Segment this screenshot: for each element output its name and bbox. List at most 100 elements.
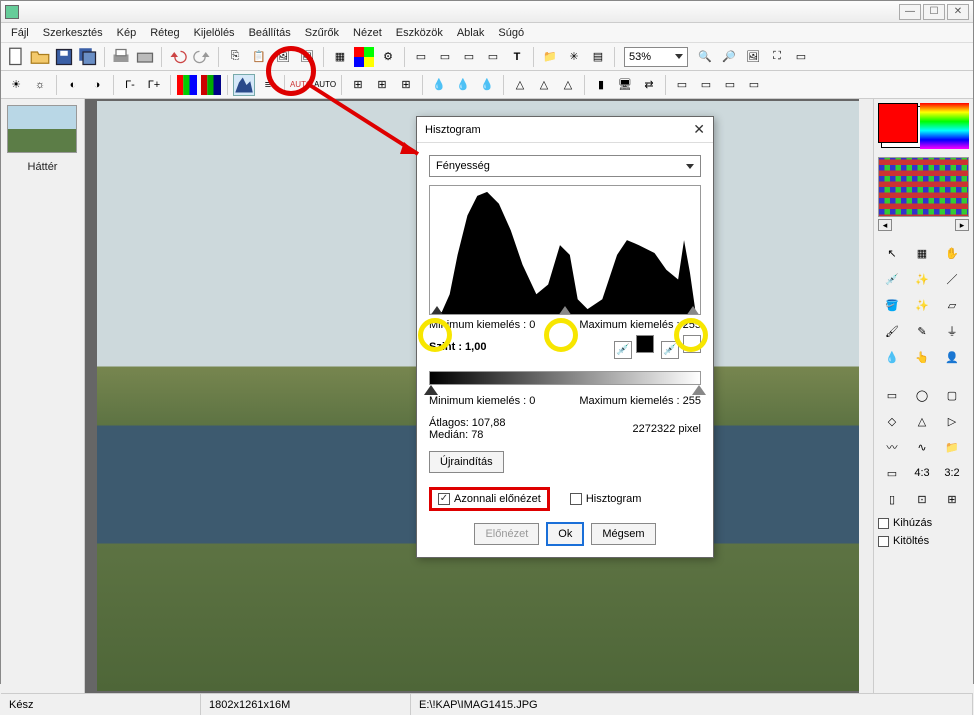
eraser-tool-icon[interactable]: ▱: [938, 293, 966, 317]
hand-tool-icon[interactable]: ✋: [938, 241, 966, 265]
misc3-icon[interactable]: ▭: [719, 74, 741, 96]
foreground-color-swatch[interactable]: [878, 103, 918, 143]
text-icon[interactable]: T: [506, 46, 528, 68]
curve-shape-icon[interactable]: ∿: [908, 435, 936, 459]
triangle-shape-icon[interactable]: △: [908, 409, 936, 433]
misc1-icon[interactable]: ▭: [671, 74, 693, 96]
vertical-scrollbar[interactable]: [859, 99, 873, 693]
scanner-icon[interactable]: [134, 46, 156, 68]
pointer-tool-icon[interactable]: ↖: [878, 241, 906, 265]
layers-icon[interactable]: ▦: [329, 46, 351, 68]
spectrum-picker[interactable]: [920, 103, 969, 149]
color-palette[interactable]: [878, 157, 969, 217]
copy-icon[interactable]: ⎘: [224, 46, 246, 68]
histogram-checkbox[interactable]: [570, 493, 582, 505]
blur-icon[interactable]: 💧: [428, 74, 450, 96]
ok-button[interactable]: Ok: [547, 523, 583, 545]
fx1-icon[interactable]: △: [509, 74, 531, 96]
brightness-down-icon[interactable]: ☀: [5, 74, 27, 96]
histogram-min-slider[interactable]: [430, 306, 444, 315]
contrast-up-icon[interactable]: ◑: [86, 74, 108, 96]
select-tool-icon[interactable]: ▦: [908, 241, 936, 265]
palette-icon[interactable]: [353, 46, 375, 68]
wand-tool-icon[interactable]: ✨: [908, 267, 936, 291]
tool1-icon[interactable]: ▭: [410, 46, 432, 68]
save-icon[interactable]: [53, 46, 75, 68]
output-gradient[interactable]: [429, 371, 701, 385]
play-shape-icon[interactable]: ▷: [938, 409, 966, 433]
opt5-icon[interactable]: ⊡: [908, 487, 936, 511]
menu-settings[interactable]: Beállítás: [243, 25, 297, 41]
print-icon[interactable]: [110, 46, 132, 68]
opt2-icon[interactable]: 4:3: [908, 461, 936, 485]
close-button[interactable]: ✕: [947, 4, 969, 20]
stamp-tool-icon[interactable]: ⏚: [938, 319, 966, 343]
photo-tool-icon[interactable]: 👤: [938, 345, 966, 369]
explorer-icon[interactable]: 📁: [539, 46, 561, 68]
rect-shape-icon[interactable]: ▭: [878, 383, 906, 407]
fx3-icon[interactable]: △: [557, 74, 579, 96]
roundrect-shape-icon[interactable]: ▢: [938, 383, 966, 407]
dialog-close-button[interactable]: ✕: [693, 121, 705, 138]
tool4-icon[interactable]: ▭: [482, 46, 504, 68]
histogram-chart[interactable]: [429, 185, 701, 315]
kihuzas-checkbox[interactable]: [878, 518, 889, 529]
rgb-icon[interactable]: ▮: [590, 74, 612, 96]
fullscreen-icon[interactable]: ⛶: [766, 46, 788, 68]
line-tool-icon[interactable]: ／: [938, 267, 966, 291]
output-max-slider[interactable]: [692, 385, 706, 395]
histogram-icon[interactable]: [233, 74, 255, 96]
misc2-icon[interactable]: ▭: [695, 74, 717, 96]
maximize-button[interactable]: ☐: [923, 4, 945, 20]
rgb1-icon[interactable]: [176, 74, 198, 96]
lasso-shape-icon[interactable]: 〰: [878, 435, 906, 459]
gear-icon[interactable]: ✳: [563, 46, 585, 68]
restart-button[interactable]: Újraindítás: [429, 451, 504, 473]
monitor-icon[interactable]: 🖥: [614, 74, 636, 96]
menu-layer[interactable]: Réteg: [144, 25, 185, 41]
gamma-up-icon[interactable]: Γ+: [143, 74, 165, 96]
palette-left-button[interactable]: ◂: [878, 219, 892, 231]
histogram-mid-slider[interactable]: [558, 306, 572, 315]
rgb2-icon[interactable]: [200, 74, 222, 96]
opt3-icon[interactable]: 3:2: [938, 461, 966, 485]
menu-select[interactable]: Kijelölés: [188, 25, 241, 41]
undo-icon[interactable]: [167, 46, 189, 68]
open-file-icon[interactable]: [29, 46, 51, 68]
list-icon[interactable]: ▤: [587, 46, 609, 68]
histogram-max-slider[interactable]: [686, 306, 700, 315]
menu-image[interactable]: Kép: [111, 25, 143, 41]
drop-icon[interactable]: 💧: [476, 74, 498, 96]
eyedropper-black-button[interactable]: 💉: [614, 341, 632, 359]
gamma-down-icon[interactable]: Γ-: [119, 74, 141, 96]
palette-right-button[interactable]: ▸: [955, 219, 969, 231]
zoom-input[interactable]: 53%: [624, 47, 688, 67]
layer-thumbnail[interactable]: [7, 105, 77, 153]
diamond-shape-icon[interactable]: ◇: [878, 409, 906, 433]
preferences-icon[interactable]: ⚙: [377, 46, 399, 68]
opt6-icon[interactable]: ⊞: [938, 487, 966, 511]
menu-file[interactable]: Fájl: [5, 25, 35, 41]
pencil-tool-icon[interactable]: ✎: [908, 319, 936, 343]
kitoltes-checkbox[interactable]: [878, 536, 889, 547]
menu-tools[interactable]: Eszközök: [390, 25, 449, 41]
zoom-in-icon[interactable]: 🔍: [694, 46, 716, 68]
menu-filters[interactable]: Szűrők: [299, 25, 345, 41]
blur-tool-icon[interactable]: 💧: [878, 345, 906, 369]
spray-tool-icon[interactable]: ✨: [908, 293, 936, 317]
instant-preview-checkbox[interactable]: ✓: [438, 493, 450, 505]
menu-window[interactable]: Ablak: [451, 25, 491, 41]
minimize-button[interactable]: —: [899, 4, 921, 20]
fit-icon[interactable]: ▭: [790, 46, 812, 68]
brush-tool-icon[interactable]: 🖌: [878, 319, 906, 343]
opt1-icon[interactable]: ▭: [878, 461, 906, 485]
sharpen-icon[interactable]: 💧: [452, 74, 474, 96]
contrast-down-icon[interactable]: ◐: [62, 74, 84, 96]
zoom-out-icon[interactable]: 🔎: [718, 46, 740, 68]
eyedropper-tool-icon[interactable]: 💉: [878, 267, 906, 291]
smudge-tool-icon[interactable]: 👆: [908, 345, 936, 369]
folder-shape-icon[interactable]: 📁: [938, 435, 966, 459]
bucket-tool-icon[interactable]: 🪣: [878, 293, 906, 317]
channel-select[interactable]: Fényesség: [429, 155, 701, 177]
menu-edit[interactable]: Szerkesztés: [37, 25, 109, 41]
